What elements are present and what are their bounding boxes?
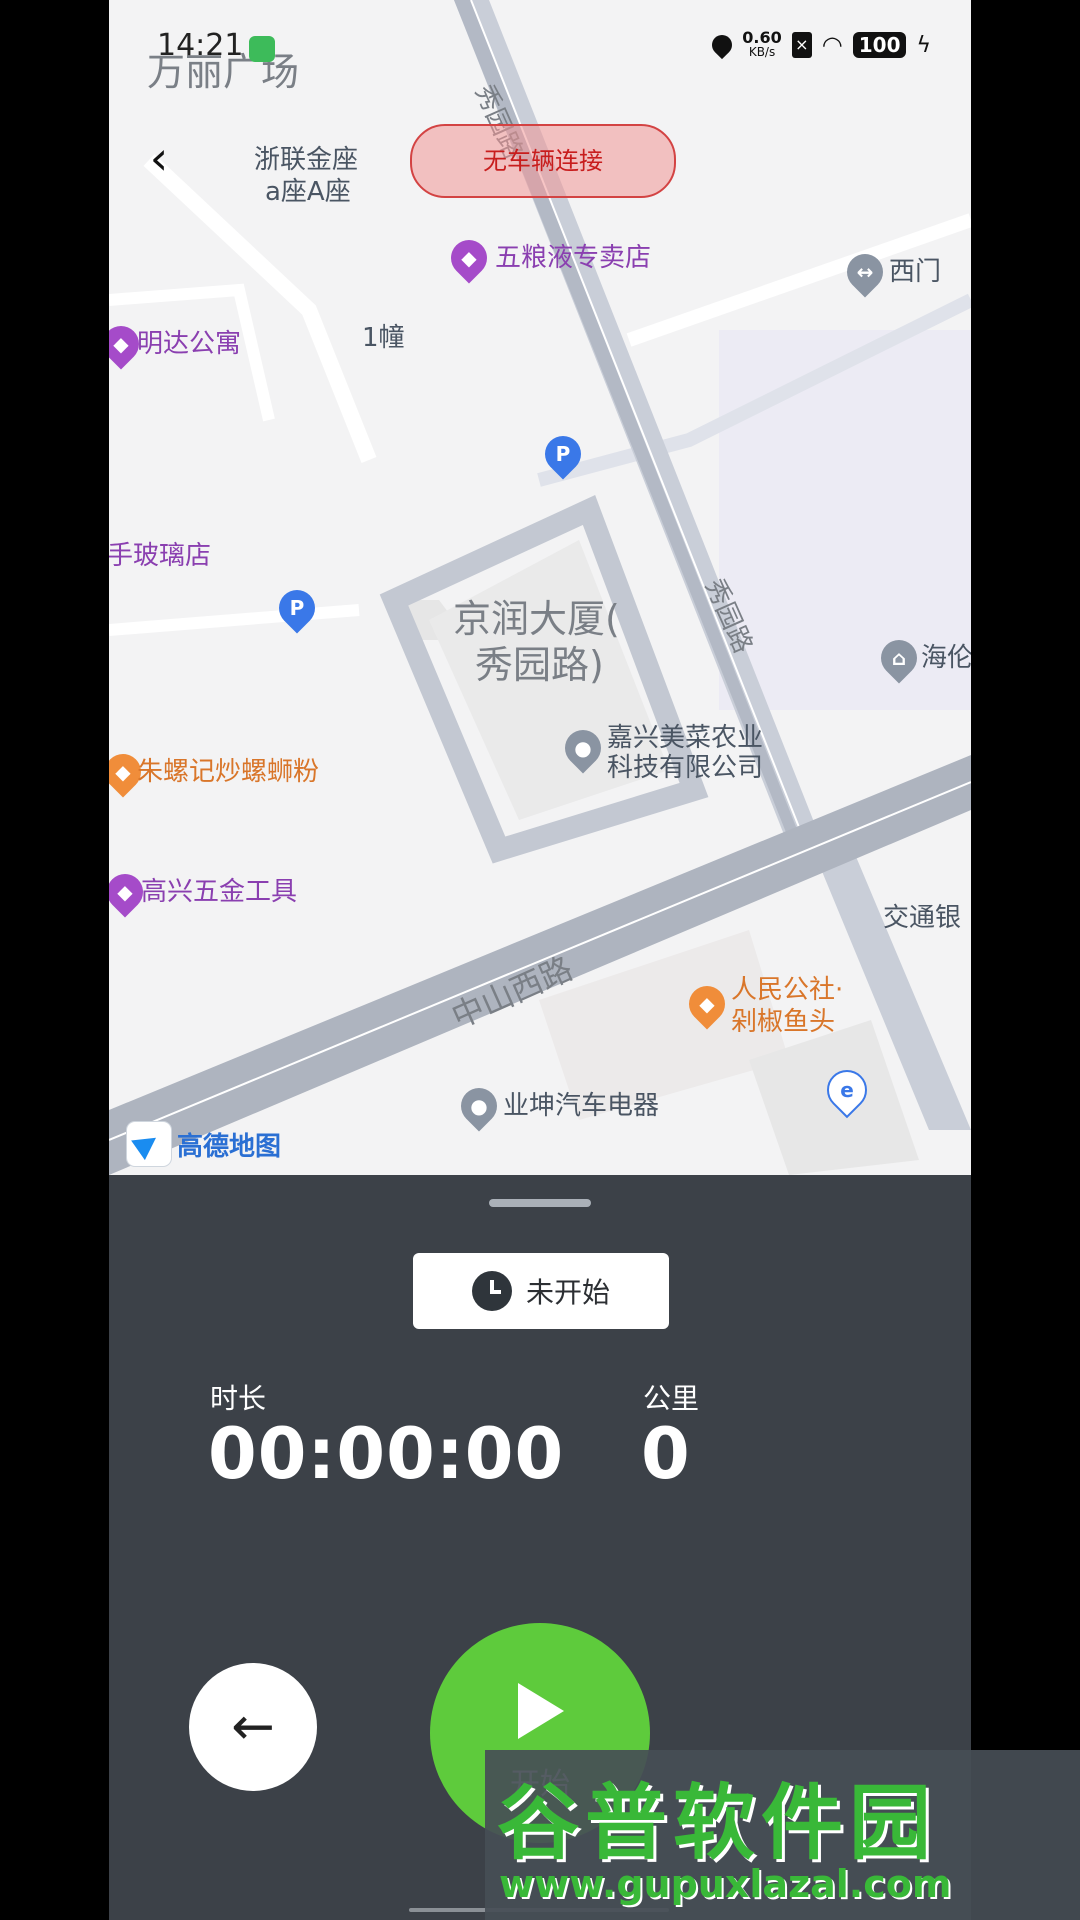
map-label-wuliangye[interactable]: 五粮液专卖店 xyxy=(495,242,651,274)
map-label-jiaxing[interactable]: 嘉兴美菜农业 xyxy=(607,722,763,754)
distance-value: 0 xyxy=(641,1413,691,1495)
map-label-hailun[interactable]: 海伦 xyxy=(921,642,971,674)
map-label-glass[interactable]: 手玻璃店 xyxy=(109,540,211,572)
status-icons: 0.60 KB/s × ◠ 100 ϟ xyxy=(708,30,931,60)
back-chevron-icon[interactable]: ‹ xyxy=(129,128,189,188)
map-label-renmin-sub[interactable]: 剁椒鱼头 xyxy=(731,1006,835,1038)
net-speed-unit: KB/s xyxy=(748,45,776,59)
wechat-icon xyxy=(249,36,275,62)
map-label-renmin[interactable]: 人民公社· xyxy=(731,974,843,1006)
map-label-jiaotong[interactable]: 交通银 xyxy=(883,902,961,934)
map-label-building-1: 1幢 xyxy=(362,323,405,353)
trip-status-label: 未开始 xyxy=(525,1276,610,1309)
status-time: 14:21 xyxy=(157,28,244,63)
back-button[interactable]: ← xyxy=(189,1663,317,1791)
status-bar: 14:21 0.60 KB/s × ◠ 100 ϟ xyxy=(109,0,971,96)
map-label-yekun[interactable]: 业坤汽车电器 xyxy=(503,1090,659,1122)
net-speed: 0.60 KB/s xyxy=(742,30,781,60)
map-label-jingrun-sub[interactable]: 秀园路) xyxy=(475,642,604,688)
map-logo-text: 高德地图 xyxy=(177,1131,282,1162)
arrow-left-icon: ← xyxy=(231,1697,275,1757)
restaurant-pin-icon: ◆ xyxy=(681,978,733,1030)
map-label-jiaxing-sub[interactable]: 科技有限公司 xyxy=(607,752,763,784)
drag-handle[interactable] xyxy=(489,1199,591,1207)
map-label-ximen[interactable]: 西门 xyxy=(889,256,941,288)
map-label-zhuluo[interactable]: 朱螺记炒螺蛳粉 xyxy=(137,756,319,788)
gate-pin-icon: ↔ xyxy=(839,246,891,298)
app-screen: 万丽广场 浙联金座 a座A座 ◆ 五粮液专卖店 ↔ 西门 ◆ 明达公寓 1幢 P… xyxy=(109,0,971,1920)
location-icon xyxy=(708,30,737,60)
sim-off-icon: × xyxy=(791,32,812,58)
charging-icon: ϟ xyxy=(916,32,931,58)
battery-icon: 100 xyxy=(852,32,907,58)
watermark-title: 谷普软件园 xyxy=(497,1776,938,1871)
distance-label: 公里 xyxy=(643,1382,700,1415)
parking-pin-icon-2[interactable]: P xyxy=(271,582,323,634)
clock-icon xyxy=(471,1271,512,1311)
net-speed-value: 0.60 xyxy=(742,28,782,47)
car-pin-icon: ● xyxy=(453,1080,505,1132)
watermark: 谷普软件园 www.gupuxlazal.com xyxy=(485,1750,1080,1920)
house-pin-icon: ⌂ xyxy=(873,632,925,684)
watermark-url: www.gupuxlazal.com xyxy=(499,1862,952,1906)
map-label-mingda[interactable]: 明达公寓 xyxy=(137,328,241,360)
map-view[interactable]: 万丽广场 浙联金座 a座A座 ◆ 五粮液专卖店 ↔ 西门 ◆ 明达公寓 1幢 P… xyxy=(109,0,971,1175)
map-label-zheliang: 浙联金座 xyxy=(254,145,359,175)
company-pin-icon: ● xyxy=(557,722,609,774)
shop-pin-icon[interactable]: ◆ xyxy=(443,232,495,284)
play-icon xyxy=(518,1683,564,1739)
duration-label: 时长 xyxy=(210,1382,267,1415)
map-logo: 高德地图 xyxy=(127,1122,281,1166)
map-label-gaoxing[interactable]: 高兴五金工具 xyxy=(141,876,297,908)
amap-logo-icon xyxy=(127,1122,171,1166)
wifi-icon: ◠ xyxy=(821,31,843,59)
duration-value: 00:00:00 xyxy=(208,1413,565,1495)
map-label-jingrun[interactable]: 京润大厦( xyxy=(453,596,620,642)
trip-status-chip: 未开始 xyxy=(413,1253,669,1329)
map-label-zheliang-sub: a座A座 xyxy=(265,177,351,207)
vehicle-connection-status[interactable]: 无车辆连接 xyxy=(410,124,676,198)
parking-pin-icon[interactable]: P xyxy=(537,428,589,480)
